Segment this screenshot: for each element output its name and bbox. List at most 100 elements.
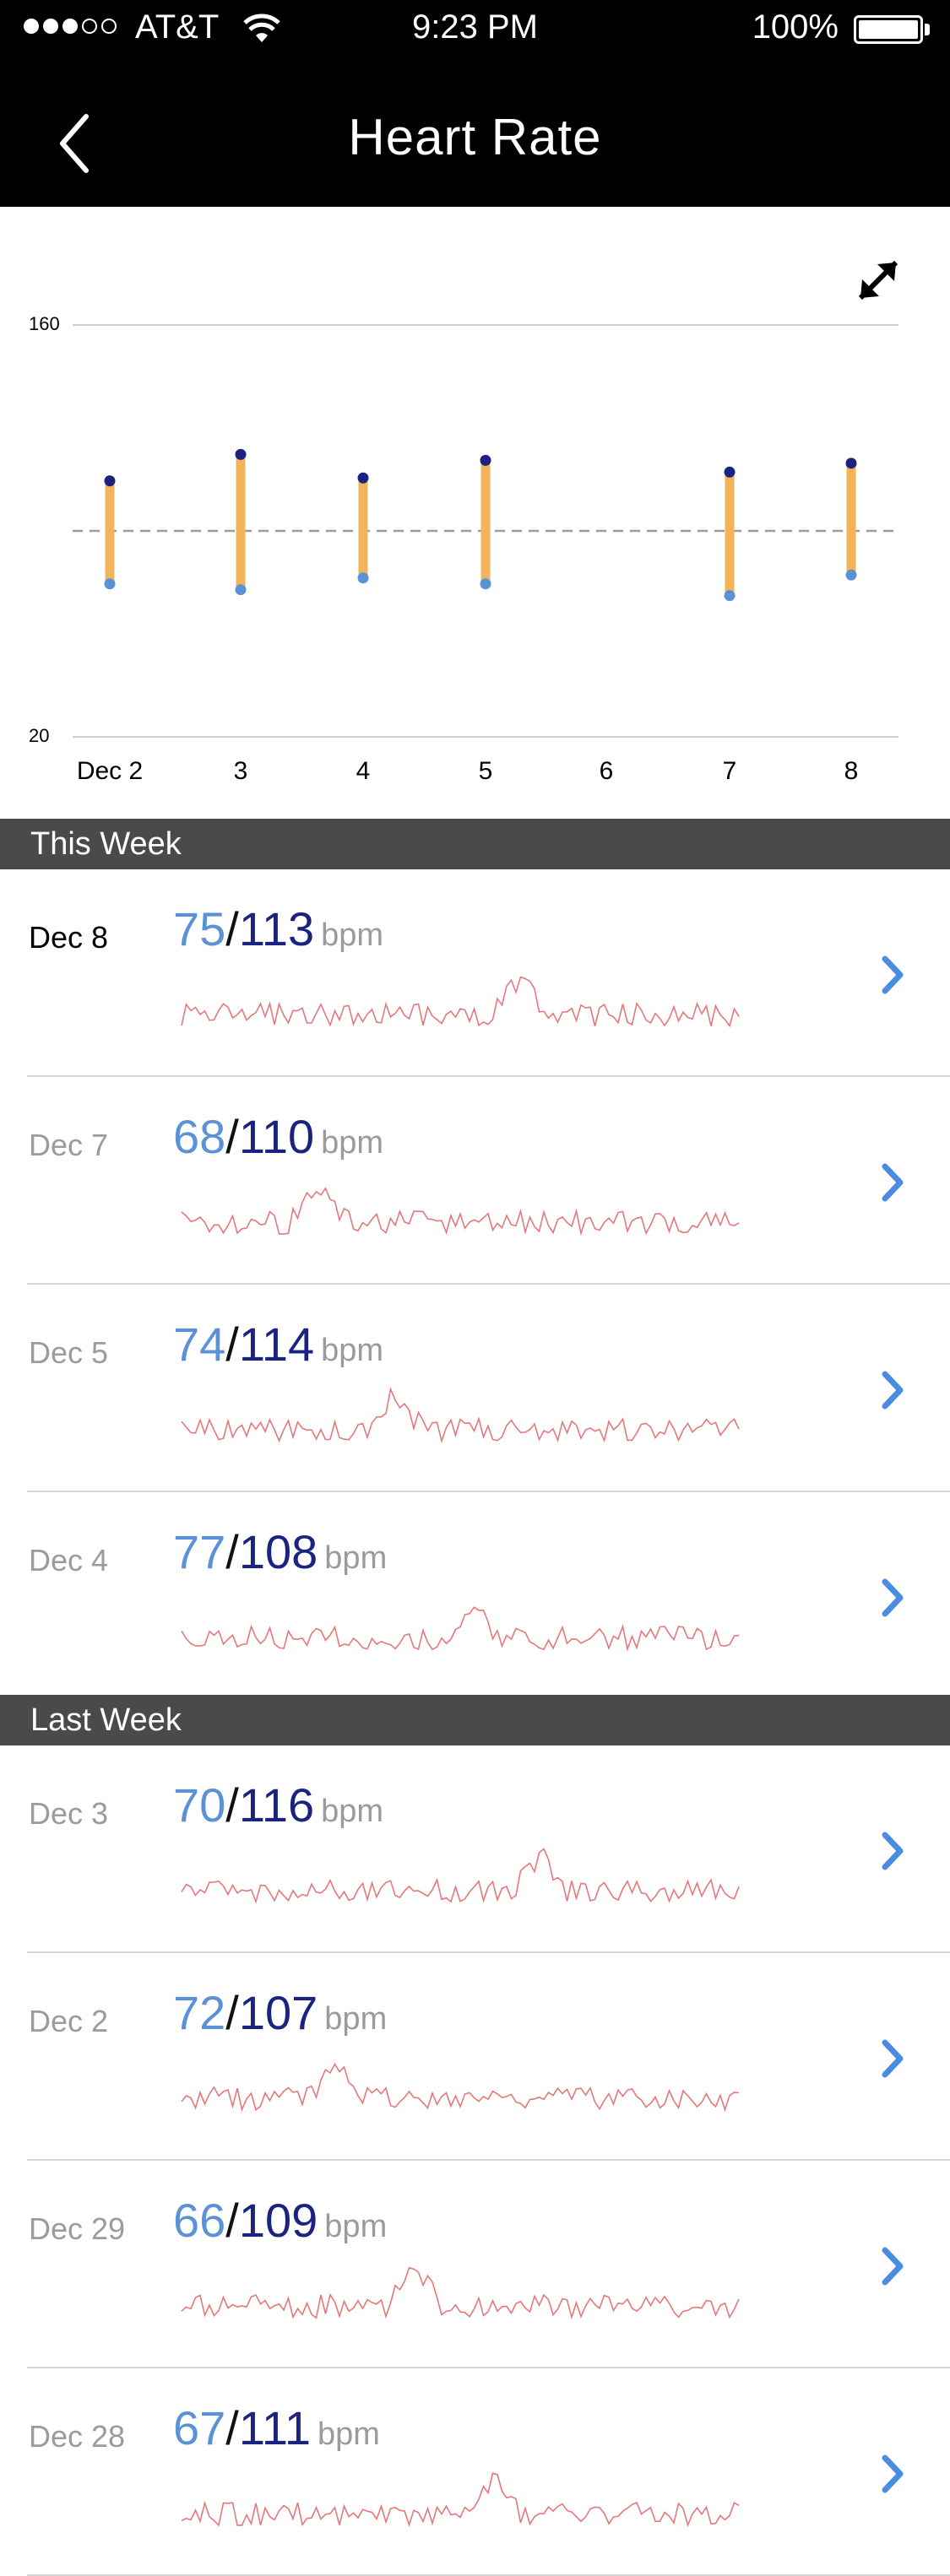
low-bpm: 70 xyxy=(173,1778,226,1832)
separator: / xyxy=(225,1986,239,2039)
list-item[interactable]: Dec 4 77/108 bpm xyxy=(0,1492,950,1700)
reading-date: Dec 5 xyxy=(29,1335,109,1370)
x-tick-label: 6 xyxy=(600,757,614,785)
heart-rate-sparkline xyxy=(181,2472,740,2528)
bpm-unit: bpm xyxy=(321,917,384,953)
chevron-right-icon xyxy=(882,2454,904,2493)
list-item[interactable]: Dec 7 68/110 bpm xyxy=(0,1077,950,1285)
low-bpm: 74 xyxy=(173,1318,226,1371)
low-bpm: 66 xyxy=(173,2194,226,2247)
chevron-right-icon xyxy=(882,1832,904,1870)
high-bpm: 109 xyxy=(238,2194,318,2247)
high-bpm: 116 xyxy=(238,1778,315,1832)
high-point xyxy=(357,472,369,484)
chevron-right-icon xyxy=(882,955,904,994)
low-point xyxy=(845,569,857,581)
y-tick-label: 160 xyxy=(29,313,60,334)
x-tick-label: 4 xyxy=(356,757,371,785)
bpm-reading: 72/107 bpm xyxy=(173,1985,387,2040)
reading-date: Dec 7 xyxy=(29,1128,109,1162)
x-tick-label: 5 xyxy=(479,757,493,785)
bpm-unit: bpm xyxy=(317,2416,380,2452)
reading-date: Dec 3 xyxy=(29,1796,109,1831)
list-item[interactable]: Dec 28 67/111 bpm xyxy=(0,2368,950,2576)
heart-rate-chart: 160 20 Dec 2 3 4 5 6 7 8 xyxy=(0,207,950,819)
heart-rate-sparkline xyxy=(181,976,740,1028)
heart-rate-sparkline xyxy=(181,1387,740,1444)
high-bpm: 108 xyxy=(238,1525,318,1578)
list-item[interactable]: Dec 2 72/107 bpm xyxy=(0,1953,950,2161)
high-point xyxy=(724,466,736,478)
list-item[interactable]: Dec 5 74/114 bpm xyxy=(0,1285,950,1492)
separator: / xyxy=(225,1525,239,1578)
high-point xyxy=(480,454,491,466)
separator: / xyxy=(225,2401,239,2454)
reading-date: Dec 4 xyxy=(29,1543,109,1578)
battery-icon xyxy=(854,15,923,44)
separator: / xyxy=(225,1778,239,1832)
x-tick-label: Dec 2 xyxy=(77,757,143,785)
chart-plot: 160 20 Dec 2 3 4 5 6 7 8 xyxy=(29,313,898,785)
bpm-unit: bpm xyxy=(324,2001,388,2037)
bpm-unit: bpm xyxy=(321,1125,384,1161)
low-bpm: 67 xyxy=(173,2401,226,2454)
heart-rate-sparkline xyxy=(181,1606,740,1652)
section-header: Last Week xyxy=(0,1695,950,1745)
reading-date: Dec 28 xyxy=(29,2419,126,2454)
bpm-reading: 66/109 bpm xyxy=(173,2193,387,2248)
high-point xyxy=(845,457,857,469)
high-bpm: 113 xyxy=(238,902,315,955)
bpm-unit: bpm xyxy=(321,1333,384,1368)
page-title: Heart Rate xyxy=(348,109,602,165)
separator: / xyxy=(225,1318,239,1371)
reading-date: Dec 2 xyxy=(29,2004,109,2038)
y-tick-label: 20 xyxy=(29,725,49,746)
top-bar: AT&T 9:23 PM 100% Heart Rate xyxy=(0,0,950,207)
bpm-unit: bpm xyxy=(324,2209,388,2244)
high-point xyxy=(104,475,116,487)
chevron-right-icon xyxy=(882,1163,904,1202)
low-point xyxy=(357,572,369,584)
list-item[interactable]: Dec 3 70/116 bpm xyxy=(0,1745,950,1953)
bpm-reading: 77/108 bpm xyxy=(173,1524,387,1579)
low-bpm: 77 xyxy=(173,1525,226,1578)
low-bpm: 68 xyxy=(173,1110,226,1163)
chevron-right-icon xyxy=(882,2039,904,2078)
bpm-reading: 70/116 bpm xyxy=(173,1778,383,1832)
separator: / xyxy=(225,1110,239,1163)
status-bar: AT&T 9:23 PM 100% xyxy=(0,0,950,59)
list-item[interactable]: Dec 8 75/113 bpm xyxy=(0,869,950,1077)
battery-percentage: 100% xyxy=(752,8,839,46)
low-bpm: 75 xyxy=(173,902,226,955)
x-tick-label: 7 xyxy=(723,757,737,785)
low-point xyxy=(480,578,491,590)
bpm-reading: 67/111 bpm xyxy=(173,2400,380,2455)
separator: / xyxy=(225,902,239,955)
heart-rate-sparkline xyxy=(181,1187,740,1237)
high-bpm: 114 xyxy=(238,1318,315,1371)
bpm-unit: bpm xyxy=(324,1540,388,1576)
bpm-reading: 74/114 bpm xyxy=(173,1317,383,1372)
high-bpm: 110 xyxy=(238,1110,315,1163)
chevron-right-icon xyxy=(882,2247,904,2286)
chevron-right-icon xyxy=(882,1578,904,1617)
reading-date: Dec 8 xyxy=(29,920,109,955)
heart-rate-sparkline xyxy=(181,1848,740,1904)
x-tick-label: 8 xyxy=(844,757,859,785)
heart-rate-sparkline xyxy=(181,2266,740,2320)
reading-date: Dec 29 xyxy=(29,2211,126,2246)
high-bpm: 107 xyxy=(238,1986,318,2039)
section-header: This Week xyxy=(0,819,950,869)
low-point xyxy=(235,584,247,596)
bpm-reading: 75/113 bpm xyxy=(173,901,383,956)
high-bpm: 111 xyxy=(238,2401,311,2454)
high-point xyxy=(235,448,247,460)
separator: / xyxy=(225,2194,239,2247)
bpm-unit: bpm xyxy=(321,1794,384,1829)
x-tick-label: 3 xyxy=(234,757,248,785)
chevron-right-icon xyxy=(882,1371,904,1410)
low-point xyxy=(724,590,736,602)
list-item[interactable]: Dec 29 66/109 bpm xyxy=(0,2161,950,2368)
low-bpm: 72 xyxy=(173,1986,226,2039)
heart-rate-sparkline xyxy=(181,2062,740,2113)
